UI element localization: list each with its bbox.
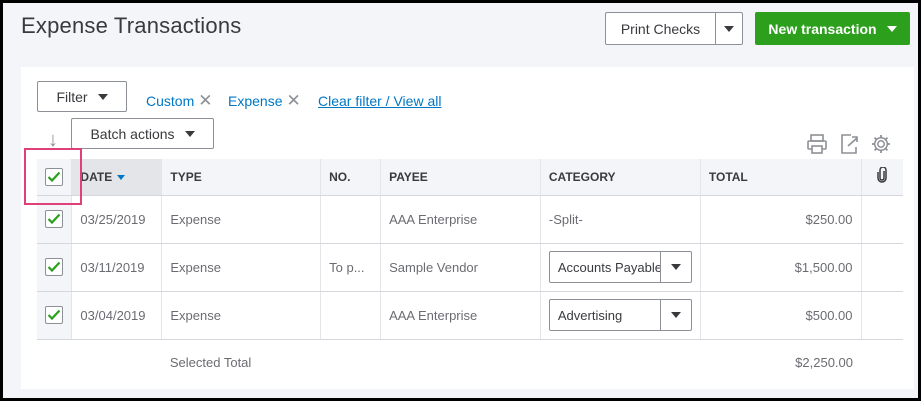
column-header-attachment[interactable] xyxy=(860,159,903,196)
cell-payee: AAA Enterprise xyxy=(380,291,541,340)
selected-total-label: Selected Total xyxy=(169,354,252,370)
new-transaction-label: New transaction xyxy=(768,20,877,37)
cell-payee: Sample Vendor xyxy=(380,243,541,292)
transactions-table: DATE TYPE NO. PAYEE CATEGORY TOTAL 03/25… xyxy=(37,159,903,385)
category-select[interactable]: Advertising xyxy=(548,299,692,331)
filter-chip-label: Custom xyxy=(146,93,195,109)
selected-total-row: Selected Total $2,250.00 xyxy=(37,339,903,385)
cell-category: Accounts Payable xyxy=(539,243,701,292)
clear-filter-link[interactable]: Clear filter / View all xyxy=(318,93,441,109)
filter-chip-expense: Expense ✕ xyxy=(228,92,301,109)
row-select-cell xyxy=(37,291,72,340)
row-checkbox[interactable] xyxy=(45,258,64,276)
batch-actions-label: Batch actions xyxy=(90,125,175,142)
category-select-value: Accounts Payable xyxy=(557,259,660,275)
checkmark-icon xyxy=(47,261,61,273)
chevron-down-icon xyxy=(97,93,108,100)
row-checkbox[interactable] xyxy=(45,210,64,228)
batch-actions-button[interactable]: Batch actions xyxy=(71,118,214,149)
column-header-label: DATE xyxy=(80,169,113,184)
cell-date: 03/04/2019 xyxy=(71,291,162,340)
cell-type: Expense xyxy=(161,291,321,340)
filter-chip-custom: Custom ✕ xyxy=(146,92,212,109)
sort-desc-icon xyxy=(117,175,126,181)
cell-no xyxy=(320,291,381,340)
print-checks-split-button: Print Checks xyxy=(605,12,743,45)
paperclip-icon xyxy=(877,166,887,183)
table-row[interactable]: 03/11/2019 Expense To p... Sample Vendor Acc… xyxy=(37,243,903,292)
category-dropdown-button[interactable] xyxy=(659,300,691,330)
select-all-cell xyxy=(37,159,72,196)
cell-no: To p... xyxy=(320,243,381,292)
cell-category: Advertising xyxy=(539,291,701,340)
print-checks-dropdown-button[interactable] xyxy=(716,13,742,44)
page-title: Expense Transactions xyxy=(21,13,242,38)
column-header-category[interactable]: CATEGORY xyxy=(539,159,701,196)
filter-label: Filter xyxy=(56,88,88,105)
chevron-down-icon xyxy=(724,25,734,32)
checkmark-icon xyxy=(47,309,61,321)
cell-total: $1,500.00 xyxy=(699,243,862,292)
cell-type: Expense xyxy=(161,195,321,244)
close-icon[interactable]: ✕ xyxy=(286,92,300,109)
cell-attachment xyxy=(860,243,903,292)
gear-icon[interactable] xyxy=(870,133,892,155)
chevron-down-icon xyxy=(184,130,195,137)
cell-no xyxy=(320,195,381,244)
column-header-no[interactable]: NO. xyxy=(320,159,381,196)
column-header-date[interactable]: DATE xyxy=(71,159,162,196)
cell-date: 03/25/2019 xyxy=(71,195,162,244)
cell-attachment xyxy=(860,291,903,340)
chevron-down-icon xyxy=(670,264,681,270)
cell-category: -Split- xyxy=(539,195,701,244)
category-select-value: Advertising xyxy=(557,307,623,323)
table-row[interactable]: 03/25/2019 Expense AAA Enterprise -Split- $2… xyxy=(37,195,903,244)
close-icon[interactable]: ✕ xyxy=(198,92,212,109)
cell-payee: AAA Enterprise xyxy=(380,195,541,244)
row-select-cell xyxy=(37,195,72,244)
filter-button[interactable]: Filter xyxy=(37,81,127,112)
new-transaction-button[interactable]: New transaction xyxy=(755,12,910,45)
chevron-down-icon xyxy=(670,312,681,318)
print-checks-button[interactable]: Print Checks xyxy=(606,13,716,44)
column-header-type[interactable]: TYPE xyxy=(161,159,321,196)
chevron-down-icon xyxy=(886,25,897,32)
select-all-checkbox[interactable] xyxy=(45,167,64,186)
cell-total: $500.00 xyxy=(699,291,862,340)
filter-chip-label: Expense xyxy=(228,93,283,109)
export-icon[interactable] xyxy=(838,133,860,155)
selected-total-value: $2,250.00 xyxy=(795,354,854,370)
cell-type: Expense xyxy=(161,243,321,292)
printer-icon[interactable] xyxy=(806,133,828,155)
cell-attachment xyxy=(860,195,903,244)
checkmark-icon xyxy=(47,171,61,182)
category-dropdown-button[interactable] xyxy=(659,252,691,282)
category-select[interactable]: Accounts Payable xyxy=(548,251,692,283)
column-header-payee[interactable]: PAYEE xyxy=(380,159,541,196)
category-text: -Split- xyxy=(548,211,583,227)
arrow-down-icon: ↓ xyxy=(48,129,58,151)
table-row[interactable]: 03/04/2019 Expense AAA Enterprise Advertisi… xyxy=(37,291,903,340)
table-header-row: DATE TYPE NO. PAYEE CATEGORY TOTAL xyxy=(37,159,903,196)
row-checkbox[interactable] xyxy=(45,306,64,324)
checkmark-icon xyxy=(47,213,61,225)
row-select-cell xyxy=(37,243,72,292)
cell-total: $250.00 xyxy=(699,195,862,244)
cell-date: 03/11/2019 xyxy=(71,243,162,292)
column-header-total[interactable]: TOTAL xyxy=(699,159,862,196)
